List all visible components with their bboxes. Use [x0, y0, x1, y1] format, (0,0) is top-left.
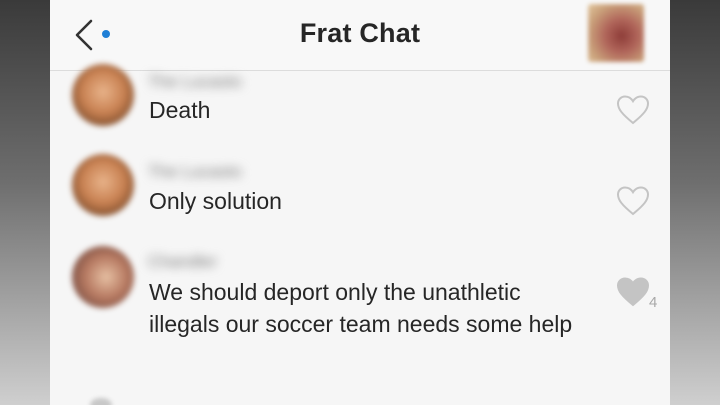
message-text[interactable]: We should deport only the unathletic ill… — [149, 276, 589, 340]
sender-name[interactable]: Chandler — [148, 252, 217, 272]
message-text[interactable]: Only solution — [149, 185, 589, 217]
sender-name[interactable]: The Lucasto — [148, 162, 242, 182]
chat-screen: Frat Chat The Lucasto Death The Lucasto … — [50, 0, 670, 405]
sender-avatar[interactable] — [72, 64, 134, 126]
like-count: 4 — [649, 294, 658, 311]
next-message-avatar — [90, 398, 112, 405]
sender-name[interactable]: The Lucasto — [148, 72, 242, 92]
like-button[interactable] — [616, 185, 650, 217]
group-avatar[interactable] — [588, 4, 644, 62]
chat-title[interactable]: Frat Chat — [50, 18, 670, 49]
like-button[interactable] — [616, 276, 650, 308]
chat-header: Frat Chat — [50, 0, 670, 71]
heart-outline-icon — [616, 95, 650, 125]
sender-avatar[interactable] — [72, 154, 134, 216]
like-button[interactable] — [616, 94, 650, 126]
heart-outline-icon — [616, 186, 650, 216]
message-text[interactable]: Death — [149, 94, 589, 126]
heart-filled-icon — [616, 277, 650, 307]
sender-avatar[interactable] — [72, 246, 134, 308]
